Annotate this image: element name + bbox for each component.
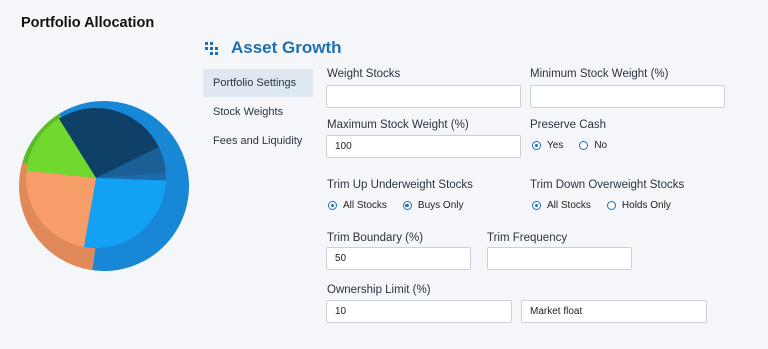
radio-empty-dot — [606, 201, 616, 210]
radio-empty-dot — [579, 141, 589, 150]
ownership-limit-basis-input[interactable] — [521, 300, 707, 323]
panel-header: Asset Growth — [205, 38, 342, 58]
trim-up-radio-group: All Stocks Buys Only — [328, 200, 479, 211]
trim-frequency-label: Trim Frequency — [487, 232, 568, 244]
trim-down-holds-only-radio[interactable]: Holds Only — [606, 200, 671, 211]
trim-down-label: Trim Down Overweight Stocks — [530, 179, 685, 191]
radio-selected-dot — [532, 201, 541, 210]
trim-down-all-stocks-label: All Stocks — [547, 200, 591, 211]
trim-down-all-stocks-radio[interactable]: All Stocks — [532, 200, 591, 211]
preserve-cash-radio-group: Yes No — [532, 140, 623, 151]
radio-selected-dot — [328, 201, 337, 210]
preserve-cash-no-radio[interactable]: No — [579, 140, 607, 151]
portfolio-pie-chart — [18, 100, 190, 271]
max-stock-weight-label: Maximum Stock Weight (%) — [327, 119, 469, 131]
ownership-limit-input[interactable] — [326, 300, 512, 323]
trim-boundary-input[interactable] — [326, 247, 471, 270]
weight-stocks-label: Weight Stocks — [327, 68, 401, 80]
ownership-limit-label: Ownership Limit (%) — [327, 284, 431, 296]
trim-frequency-input[interactable] — [487, 247, 632, 270]
trim-up-label: Trim Up Underweight Stocks — [327, 179, 473, 191]
subnav-item-portfolio-settings[interactable]: Portfolio Settings — [203, 69, 313, 97]
trim-up-buys-only-radio[interactable]: Buys Only — [402, 200, 464, 211]
trim-up-buys-only-label: Buys Only — [417, 200, 464, 211]
weight-stocks-input[interactable] — [326, 85, 521, 108]
subnav-item-stock-weights[interactable]: Stock Weights — [203, 98, 313, 126]
trim-down-radio-group: All Stocks Holds Only — [532, 200, 687, 211]
subnav-item-fees-and-liquidity[interactable]: Fees and Liquidity — [203, 127, 313, 155]
preserve-cash-yes-label: Yes — [547, 140, 564, 151]
page-title: Portfolio Allocation — [21, 15, 155, 31]
preserve-cash-no-label: No — [594, 140, 608, 151]
max-stock-weight-input[interactable] — [326, 135, 521, 158]
min-stock-weight-input[interactable] — [530, 85, 725, 108]
trim-down-holds-only-label: Holds Only — [621, 200, 671, 211]
grid-bars-icon — [205, 42, 218, 55]
radio-selected-dot — [402, 201, 412, 210]
inner-pie — [25, 108, 167, 249]
radio-selected-dot — [532, 141, 541, 150]
preserve-cash-label: Preserve Cash — [530, 119, 607, 131]
settings-subnav: Portfolio Settings Stock Weights Fees an… — [203, 69, 313, 156]
trim-boundary-label: Trim Boundary (%) — [327, 232, 424, 244]
trim-up-all-stocks-label: All Stocks — [343, 200, 387, 211]
min-stock-weight-label: Minimum Stock Weight (%) — [530, 68, 669, 80]
panel-title: Asset Growth — [231, 38, 342, 57]
preserve-cash-yes-radio[interactable]: Yes — [532, 140, 563, 151]
trim-up-all-stocks-radio[interactable]: All Stocks — [328, 200, 387, 211]
